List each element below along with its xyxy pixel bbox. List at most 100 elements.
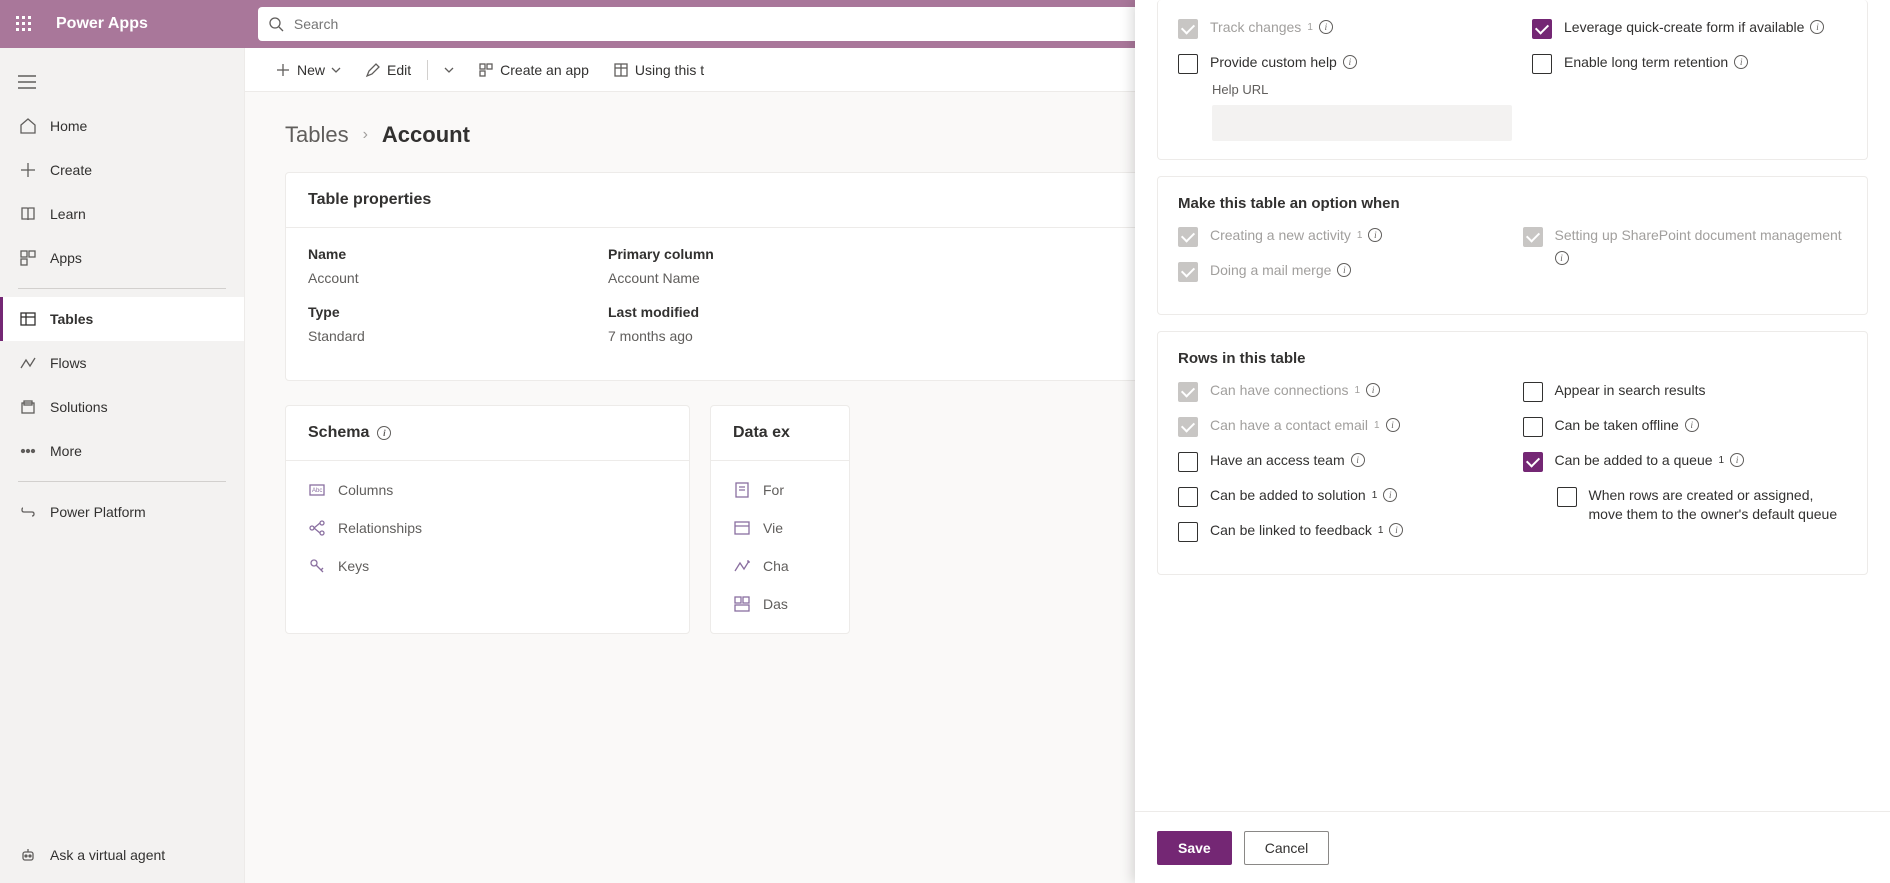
dashboard-icon (733, 595, 751, 613)
solutions-icon (18, 397, 38, 417)
plus-icon (18, 160, 38, 180)
cmd-new[interactable]: New (265, 54, 351, 86)
search-input[interactable] (294, 16, 1168, 32)
nav-flows[interactable]: Flows (0, 341, 244, 385)
waffle-icon (16, 16, 32, 32)
app-title: Power Apps (56, 15, 148, 33)
card-title: Schema (308, 424, 369, 442)
opt-offline[interactable]: Can be taken offline i (1523, 416, 1848, 437)
view-icon (733, 519, 751, 537)
nav-ask-agent[interactable]: Ask a virtual agent (0, 833, 244, 877)
opt-queue-sub[interactable]: When rows are created or assigned, move … (1557, 486, 1848, 524)
cmd-edit[interactable]: Edit (355, 54, 421, 86)
checkbox[interactable] (1532, 54, 1552, 74)
opt-contact-email: Can have a contact email1i (1178, 416, 1503, 437)
info-icon[interactable]: i (1337, 263, 1351, 277)
schema-columns[interactable]: Abc Columns (286, 471, 689, 509)
cmd-label: Using this t (635, 62, 704, 78)
opt-linked-feedback[interactable]: Can be linked to feedback1i (1178, 521, 1503, 542)
info-icon[interactable]: i (1343, 55, 1357, 69)
card-title: Data ex (733, 424, 790, 442)
opt-label: Have an access team (1210, 451, 1345, 470)
opt-new-activity: Creating a new activity1i (1178, 226, 1503, 247)
data-dashboards[interactable]: Das (711, 585, 849, 623)
cmd-edit-dropdown[interactable] (434, 54, 464, 86)
opt-label: When rows are created or assigned, move … (1589, 486, 1848, 524)
checkbox (1178, 417, 1198, 437)
info-icon[interactable]: i (1730, 453, 1744, 467)
checkbox[interactable] (1523, 417, 1543, 437)
schema-relationships[interactable]: Relationships (286, 509, 689, 547)
keys-icon (308, 557, 326, 575)
nav-power-platform[interactable]: Power Platform (0, 490, 244, 534)
nav-learn[interactable]: Learn (0, 192, 244, 236)
row-label: Vie (763, 520, 783, 536)
info-icon[interactable]: i (1351, 453, 1365, 467)
info-icon[interactable]: i (1389, 523, 1403, 537)
nav-create[interactable]: Create (0, 148, 244, 192)
hamburger-icon (18, 75, 36, 89)
apps-icon (18, 248, 38, 268)
card-title: Table properties (286, 173, 1194, 228)
save-button[interactable]: Save (1157, 831, 1232, 865)
info-icon[interactable]: i (1383, 488, 1397, 502)
nav-tables[interactable]: Tables (0, 297, 244, 341)
nav-more[interactable]: More (0, 429, 244, 473)
checkbox[interactable] (1178, 522, 1198, 542)
data-forms[interactable]: For (711, 471, 849, 509)
opt-added-solution[interactable]: Can be added to solution1i (1178, 486, 1503, 507)
opt-quick-create[interactable]: Leverage quick-create form if availablei (1532, 18, 1847, 39)
data-views[interactable]: Vie (711, 509, 849, 547)
checkbox[interactable] (1178, 452, 1198, 472)
opt-custom-help[interactable]: Provide custom helpi (1178, 53, 1512, 74)
info-icon[interactable]: i (1810, 20, 1824, 34)
checkbox[interactable] (1178, 487, 1198, 507)
breadcrumb-root[interactable]: Tables (285, 122, 349, 148)
schema-keys[interactable]: Keys (286, 547, 689, 585)
nav-collapse[interactable] (0, 60, 244, 104)
cmd-create-app[interactable]: Create an app (468, 54, 599, 86)
help-url-input[interactable] (1212, 105, 1512, 141)
schema-card: Schema i Abc Columns Relationships Keys (285, 405, 690, 634)
search-box[interactable] (258, 7, 1178, 41)
info-icon[interactable]: i (1319, 20, 1333, 34)
nav-label: Create (50, 162, 92, 178)
checkbox[interactable] (1178, 54, 1198, 74)
opt-search-results[interactable]: Appear in search results (1523, 381, 1848, 402)
info-icon[interactable]: i (1555, 251, 1569, 265)
info-icon[interactable]: i (1386, 418, 1400, 432)
info-icon[interactable]: i (1734, 55, 1748, 69)
nav-label: Ask a virtual agent (50, 847, 165, 863)
opt-queue[interactable]: Can be added to a queue1i (1523, 451, 1848, 472)
nav-label: Power Platform (50, 504, 146, 520)
breadcrumb-current: Account (382, 122, 470, 148)
info-icon[interactable]: i (1685, 418, 1699, 432)
opt-access-team[interactable]: Have an access team i (1178, 451, 1503, 472)
checkbox[interactable] (1523, 452, 1543, 472)
nav-solutions[interactable]: Solutions (0, 385, 244, 429)
data-charts[interactable]: Cha (711, 547, 849, 585)
opt-label: Can be taken offline (1555, 416, 1679, 435)
row-label: Das (763, 596, 788, 612)
chevron-right-icon: › (363, 126, 368, 144)
opt-label: Can have connections (1210, 381, 1349, 400)
pencil-icon (365, 62, 381, 78)
nav-label: Learn (50, 206, 86, 222)
info-icon[interactable]: i (1366, 383, 1380, 397)
nav-apps[interactable]: Apps (0, 236, 244, 280)
opt-long-term-retention[interactable]: Enable long term retentioni (1532, 53, 1847, 74)
nav-home[interactable]: Home (0, 104, 244, 148)
cmd-label: Create an app (500, 62, 589, 78)
cancel-button[interactable]: Cancel (1244, 831, 1330, 865)
nav-label: Home (50, 118, 87, 134)
checkbox[interactable] (1523, 382, 1543, 402)
cmd-using-table[interactable]: Using this t (603, 54, 714, 86)
info-icon[interactable]: i (1368, 228, 1382, 242)
waffle-menu[interactable] (0, 0, 48, 48)
panel-footer: Save Cancel (1135, 811, 1890, 883)
checkbox[interactable] (1557, 487, 1577, 507)
info-icon[interactable]: i (377, 426, 391, 440)
checkbox[interactable] (1532, 19, 1552, 39)
prop-modified-value: 7 months ago (608, 328, 908, 344)
checkbox (1523, 227, 1543, 247)
